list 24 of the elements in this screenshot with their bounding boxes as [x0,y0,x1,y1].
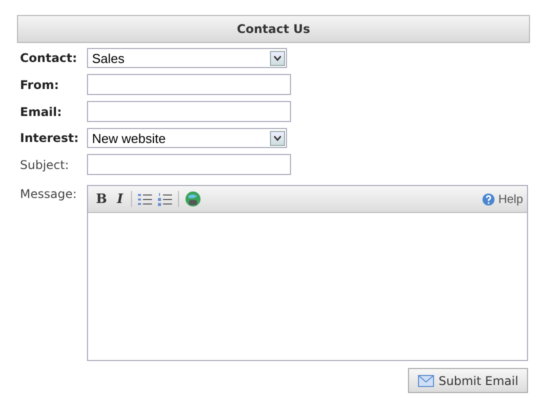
dropdown-caret-icon[interactable] [270,130,285,146]
input-field[interactable] [87,74,291,95]
field-label: Interest: [20,131,80,145]
bold-button[interactable]: B [94,192,109,206]
envelope-icon [418,374,434,386]
link-globe-icon[interactable] [185,191,202,207]
field-label: Email: [20,104,63,118]
form-title: Contact Us [17,15,530,43]
help-icon [482,192,496,206]
input-field[interactable] [87,101,291,122]
field-label: Message: [20,187,78,201]
submit-button[interactable]: Submit Email [408,368,528,393]
italic-button[interactable]: I [115,192,126,206]
dropdown-caret-icon[interactable] [270,50,285,66]
message-editor[interactable]: B I Help [87,185,528,361]
field-label: From: [20,78,60,92]
dropdown[interactable]: Sales [87,48,287,68]
bullet-list-icon[interactable] [138,192,152,206]
field-label: Subject: [20,158,70,172]
dropdown[interactable]: New website [87,128,287,148]
help-button[interactable]: Help [482,192,523,206]
input-field[interactable] [87,154,291,175]
numbered-list-icon[interactable] [158,192,172,206]
field-label: Contact: [20,51,78,65]
